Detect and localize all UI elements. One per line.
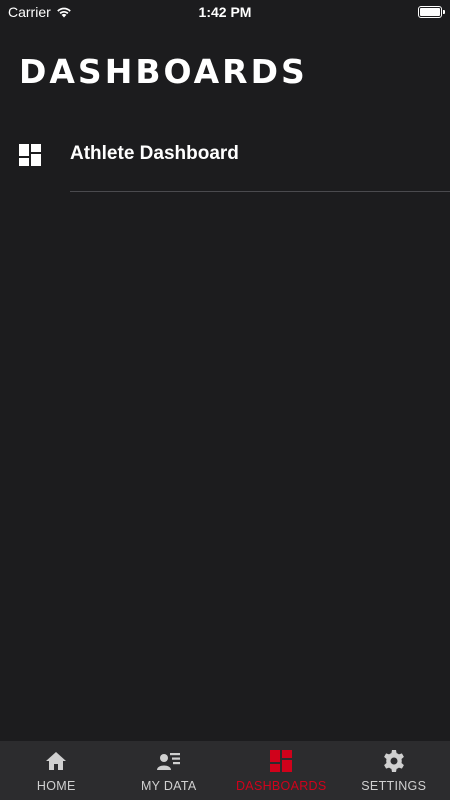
user-list-icon bbox=[156, 753, 180, 770]
list-item-athlete-dashboard[interactable]: Athlete Dashboard bbox=[0, 120, 450, 192]
tab-label: DASHBOARDS bbox=[235, 779, 327, 793]
tab-settings[interactable]: SETTINGS bbox=[338, 741, 450, 800]
page-title: DASHBOARDS bbox=[19, 52, 308, 91]
tab-home[interactable]: HOME bbox=[0, 741, 113, 800]
app-screen: Carrier 1:42 PM DASHBOARDS Athlete Dashb… bbox=[0, 0, 450, 800]
dashboard-list: Athlete Dashboard bbox=[0, 120, 450, 192]
wifi-icon bbox=[56, 7, 71, 18]
tab-label: SETTINGS bbox=[361, 779, 427, 793]
tab-label: MY DATA bbox=[140, 779, 197, 793]
battery-fill bbox=[420, 8, 440, 16]
tab-my-data[interactable]: MY DATA bbox=[113, 741, 226, 800]
tab-label: HOME bbox=[36, 779, 76, 793]
home-icon bbox=[46, 752, 67, 770]
divider bbox=[70, 191, 450, 192]
gear-icon bbox=[383, 750, 404, 772]
tab-dashboards[interactable]: DASHBOARDS bbox=[225, 741, 338, 800]
tab-bar: HOME MY DATA DASHBOARDS SETTINGS bbox=[0, 741, 450, 800]
status-left: Carrier bbox=[8, 4, 72, 20]
carrier-label: Carrier bbox=[8, 4, 51, 20]
dashboard-icon bbox=[19, 144, 41, 166]
dashboard-icon bbox=[270, 750, 293, 772]
status-bar: Carrier 1:42 PM bbox=[0, 0, 450, 24]
battery-icon bbox=[418, 6, 445, 18]
list-item-label: Athlete Dashboard bbox=[70, 143, 239, 164]
